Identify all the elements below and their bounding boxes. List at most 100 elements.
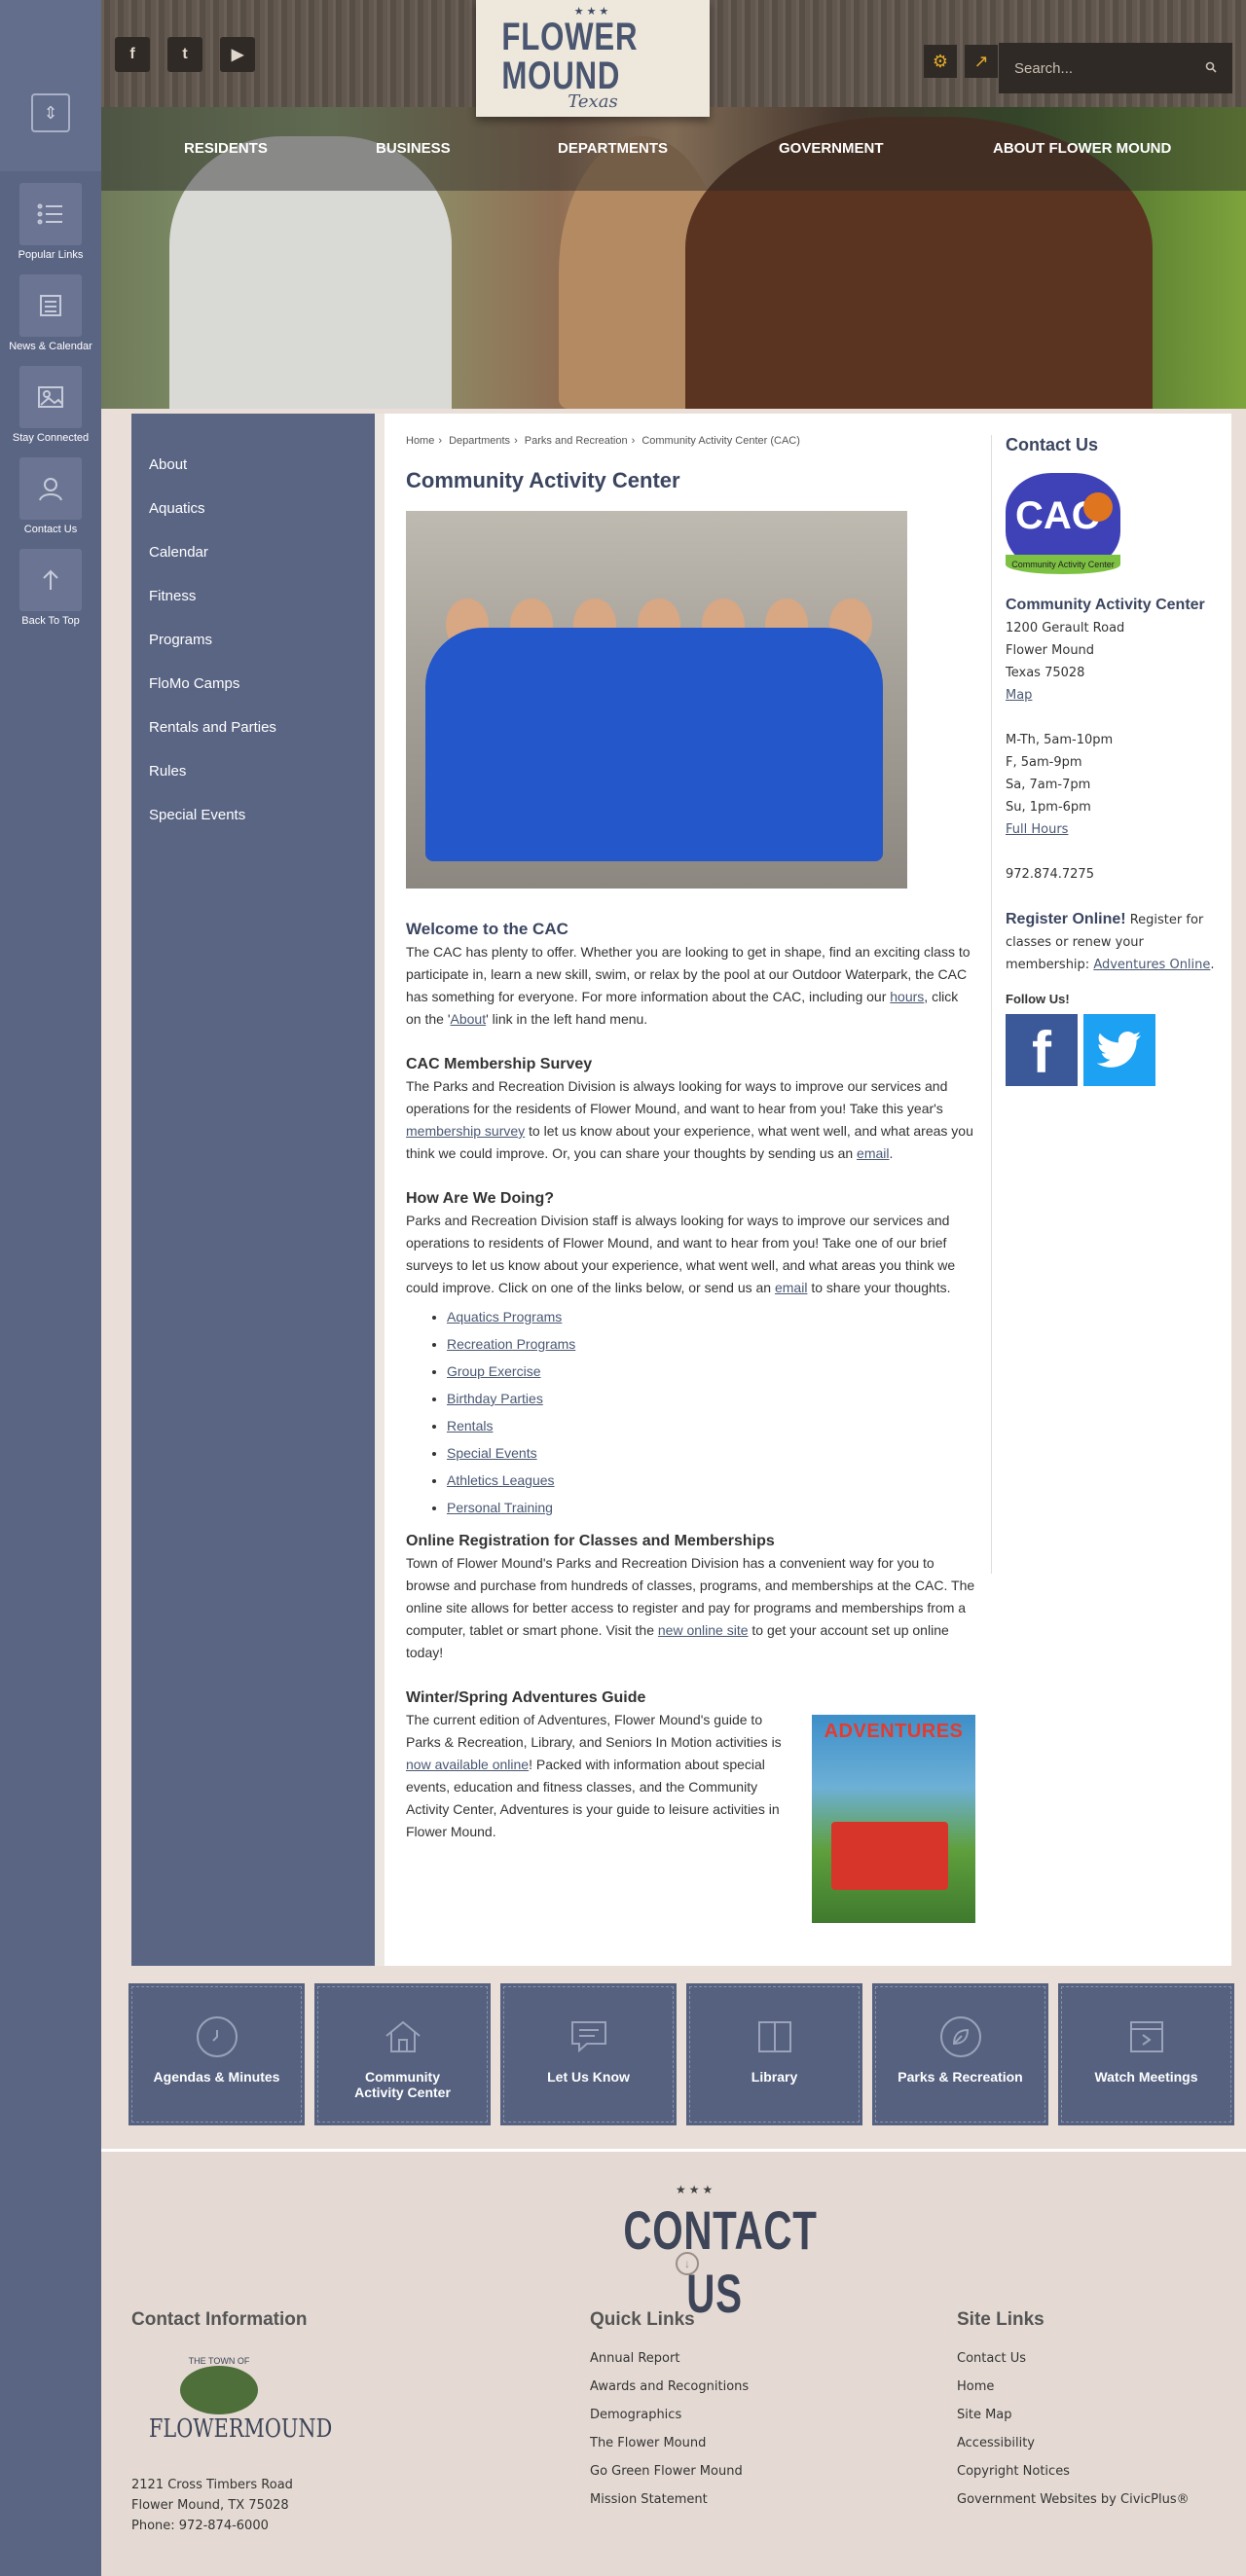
- survey-heading: CAC Membership Survey: [406, 1056, 593, 1072]
- adventures-online-link[interactable]: Adventures Online: [1093, 958, 1210, 972]
- search-input[interactable]: [1014, 59, 1190, 77]
- tile-label: Library: [751, 2069, 798, 2085]
- survey-link-athletics[interactable]: Athletics Leagues: [447, 1472, 555, 1488]
- sidebar-item-flomo-camps[interactable]: FloMo Camps: [131, 662, 375, 706]
- new-online-site-link[interactable]: new online site: [658, 1622, 749, 1638]
- quick-link[interactable]: Annual Report: [590, 2351, 679, 2366]
- rail-news-calendar[interactable]: News & Calendar: [0, 274, 101, 352]
- full-hours-link[interactable]: Full Hours: [1006, 822, 1068, 837]
- header-tools: ⚙ ↗: [924, 45, 998, 78]
- sidebar-item-programs[interactable]: Programs: [131, 618, 375, 662]
- quick-link[interactable]: Go Green Flower Mound: [590, 2464, 743, 2479]
- tile-parks[interactable]: Parks & Recreation: [872, 1983, 1048, 2125]
- rail-back-to-top[interactable]: Back To Top: [0, 549, 101, 627]
- rail-contact-us[interactable]: Contact Us: [0, 457, 101, 535]
- sidebar-item-rules[interactable]: Rules: [131, 749, 375, 793]
- site-link[interactable]: Accessibility: [957, 2436, 1035, 2450]
- breadcrumb-departments[interactable]: Departments: [449, 435, 510, 447]
- section-sidebar: About Aquatics Calendar Fitness Programs…: [131, 414, 375, 1966]
- follow-icons: f: [1006, 1014, 1217, 1086]
- about-link[interactable]: About: [451, 1011, 487, 1027]
- contact-info: Community Activity Center 1200 Gerault R…: [1006, 597, 1215, 972]
- rail-header: ⇕: [0, 0, 101, 171]
- doing-heading: How Are We Doing?: [406, 1190, 554, 1207]
- main-content: Home › Departments › Parks and Recreation ›…: [406, 435, 975, 1923]
- breadcrumb-home[interactable]: Home: [406, 435, 434, 447]
- nav-departments[interactable]: DEPARTMENTS: [558, 140, 668, 157]
- hours-line: Sa, 7am-7pm: [1006, 778, 1091, 792]
- nav-about[interactable]: ABOUT FLOWER MOUND: [993, 140, 1171, 157]
- adventures-title: ADVENTURES: [824, 1721, 964, 1742]
- site-link[interactable]: Government Websites by CivicPlus®: [957, 2492, 1190, 2507]
- photo-shirts: [425, 628, 883, 861]
- user-icon: [19, 457, 82, 520]
- chevron-down-icon[interactable]: ↓: [676, 2252, 699, 2275]
- survey-link-personal-training[interactable]: Personal Training: [447, 1500, 553, 1515]
- quick-link[interactable]: Demographics: [590, 2408, 681, 2422]
- site-links: Contact Us Home Site Map Accessibility C…: [957, 2344, 1190, 2514]
- survey-link-group-exercise[interactable]: Group Exercise: [447, 1363, 540, 1379]
- membership-survey-link[interactable]: membership survey: [406, 1123, 525, 1139]
- tile-watch-meetings[interactable]: Watch Meetings: [1058, 1983, 1234, 2125]
- list-item: Group Exercise: [447, 1358, 975, 1385]
- survey-link-birthday[interactable]: Birthday Parties: [447, 1391, 543, 1406]
- tile-library[interactable]: Library: [686, 1983, 862, 2125]
- email-link[interactable]: email: [775, 1280, 807, 1295]
- nav-residents[interactable]: RESIDENTS: [184, 140, 268, 157]
- nav-government[interactable]: GOVERNMENT: [779, 140, 884, 157]
- twitter-icon[interactable]: [1083, 1014, 1155, 1086]
- rail-popular-links[interactable]: Popular Links: [0, 183, 101, 261]
- site-link[interactable]: Home: [957, 2379, 994, 2394]
- tile-let-us-know[interactable]: Let Us Know: [500, 1983, 677, 2125]
- rail-label: Stay Connected: [12, 432, 90, 444]
- footer-contact-col: Contact Information THE TOWN OF FLOWERMO…: [131, 2309, 333, 2536]
- tile-cac[interactable]: Community Activity Center: [314, 1983, 491, 2125]
- registration-text: Town of Flower Mound's Parks and Recreat…: [406, 1555, 975, 1660]
- facebook-icon[interactable]: f: [1006, 1014, 1078, 1086]
- hours-line: Su, 1pm-6pm: [1006, 800, 1091, 815]
- sidebar-item-about[interactable]: About: [131, 443, 375, 487]
- sidebar-item-special-events[interactable]: Special Events: [131, 793, 375, 837]
- share-icon[interactable]: ↗: [965, 45, 998, 78]
- playground-shape: [831, 1822, 948, 1890]
- quick-link[interactable]: The Flower Mound: [590, 2436, 706, 2450]
- leaf-icon: [939, 2016, 981, 2057]
- quick-link[interactable]: Mission Statement: [590, 2492, 708, 2507]
- sidebar-item-aquatics[interactable]: Aquatics: [131, 487, 375, 530]
- nav-business[interactable]: BUSINESS: [376, 140, 451, 157]
- contact-name: Community Activity Center: [1006, 597, 1205, 613]
- rail-stay-connected[interactable]: Stay Connected: [0, 366, 101, 444]
- survey-link-rentals[interactable]: Rentals: [447, 1418, 493, 1433]
- sidebar-item-rentals[interactable]: Rentals and Parties: [131, 706, 375, 749]
- survey-link-aquatics[interactable]: Aquatics Programs: [447, 1309, 562, 1324]
- tile-agendas[interactable]: Agendas & Minutes: [128, 1983, 305, 2125]
- search-icon[interactable]: [1205, 60, 1217, 76]
- breadcrumb-parks[interactable]: Parks and Recreation: [525, 435, 628, 447]
- email-link[interactable]: email: [857, 1145, 889, 1161]
- site-link[interactable]: Contact Us: [957, 2351, 1026, 2366]
- town-logo-name: FLOWERMOUND: [149, 2414, 333, 2444]
- gear-icon[interactable]: ⚙: [924, 45, 957, 78]
- adventures-cover[interactable]: ADVENTURES: [812, 1715, 975, 1923]
- site-link[interactable]: Copyright Notices: [957, 2464, 1070, 2479]
- hours-link[interactable]: hours: [890, 989, 924, 1004]
- survey-link-recreation[interactable]: Recreation Programs: [447, 1336, 575, 1352]
- footer-site-col: Site Links Contact Us Home Site Map Acce…: [957, 2309, 1190, 2514]
- survey-link-special-events[interactable]: Special Events: [447, 1445, 537, 1461]
- rail-toggle-icon[interactable]: ⇕: [31, 93, 70, 132]
- sidebar-item-fitness[interactable]: Fitness: [131, 574, 375, 618]
- site-link[interactable]: Site Map: [957, 2408, 1012, 2422]
- map-link[interactable]: Map: [1006, 688, 1032, 703]
- registration-section: Online Registration for Classes and Memb…: [406, 1533, 975, 1664]
- video-icon: [1126, 2016, 1167, 2057]
- site-links-heading: Site Links: [957, 2309, 1044, 2330]
- sidebar-item-calendar[interactable]: Calendar: [131, 530, 375, 574]
- list-item: Special Events: [447, 1439, 975, 1467]
- youtube-icon[interactable]: ▶: [220, 37, 255, 72]
- guide-online-link[interactable]: now available online: [406, 1757, 529, 1772]
- registration-heading: Online Registration for Classes and Memb…: [406, 1533, 775, 1549]
- quick-link[interactable]: Awards and Recognitions: [590, 2379, 749, 2394]
- site-logo[interactable]: ★★★ FLOWER MOUND Texas: [476, 0, 710, 117]
- facebook-icon[interactable]: f: [115, 37, 150, 72]
- twitter-icon[interactable]: t: [167, 37, 202, 72]
